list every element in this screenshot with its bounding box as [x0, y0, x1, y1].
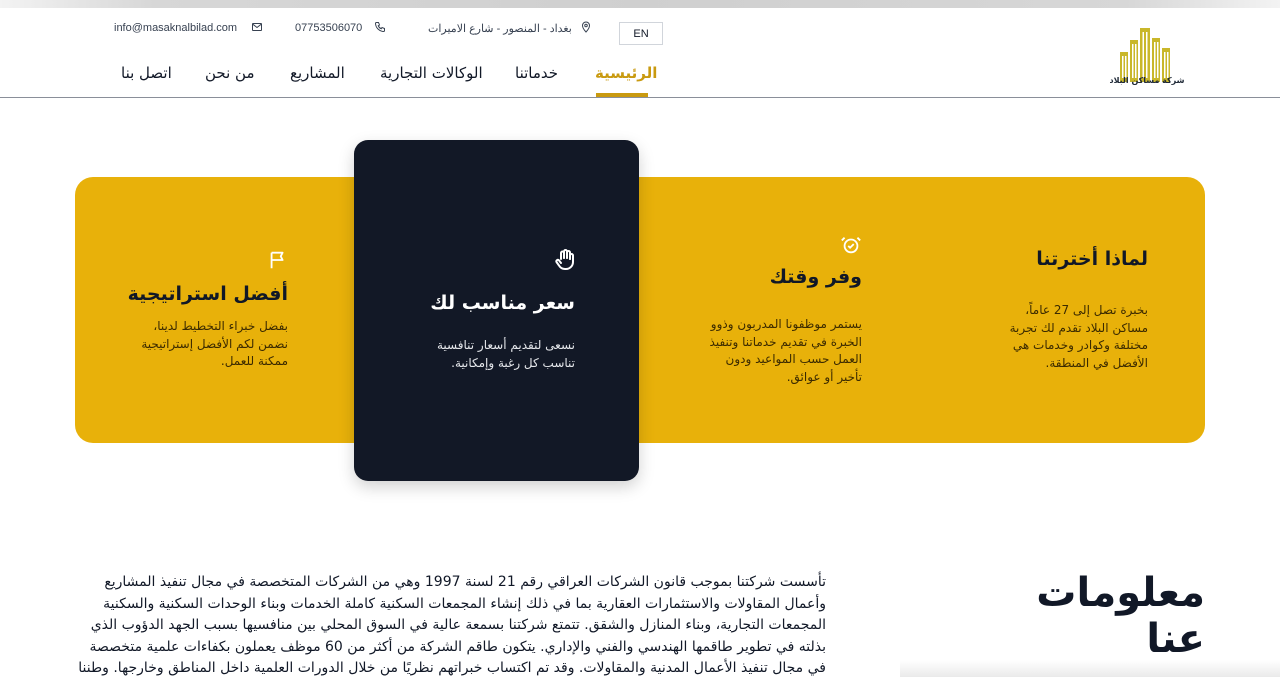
nav-item-services[interactable]: خدماتنا — [515, 64, 558, 82]
email-contact[interactable]: info@masaknalbilad.com — [114, 20, 263, 36]
language-toggle-button[interactable]: EN — [619, 22, 663, 45]
address-contact: بغداد - المنصور - شارع الاميرات — [428, 20, 592, 36]
why-choose-us-text: بخبرة تصل إلى 27 عاماً، مساكن البلاد تقد… — [1009, 303, 1148, 370]
location-pin-icon — [580, 21, 592, 36]
strategy-title: أفضل استراتيجية — [127, 283, 288, 305]
strategy-text: بفضل خبراء التخطيط لدينا، نضمن لكم الأفض… — [141, 319, 288, 368]
nav-item-projects[interactable]: المشاريع — [290, 64, 345, 82]
browser-top-shadow — [0, 0, 1280, 8]
save-time-text: يستمر موظفونا المدربون وذوو الخبرة في تق… — [709, 317, 862, 384]
bottom-shadow — [900, 660, 1280, 677]
price-text: نسعى لتقديم أسعار تنافسية تناسب كل رغبة … — [437, 338, 575, 370]
phone-contact[interactable]: 07753506070 — [295, 20, 386, 36]
save-time-title: وفر وقتك — [769, 266, 862, 288]
hand-icon — [555, 249, 574, 270]
nav-item-home[interactable]: الرئيسية — [595, 64, 657, 82]
mail-icon — [251, 21, 263, 36]
phone-icon — [374, 21, 386, 36]
email-text[interactable]: info@masaknalbilad.com — [114, 22, 237, 34]
nav-active-underline — [596, 93, 648, 97]
phone-text[interactable]: 07753506070 — [295, 22, 362, 34]
about-us-text: تأسست شركتنا بموجب قانون الشركات العراقي… — [78, 574, 826, 676]
why-choose-us-title: لماذا أخترتنا — [1036, 248, 1148, 270]
address-text: بغداد - المنصور - شارع الاميرات — [428, 22, 572, 35]
nav-item-agencies[interactable]: الوكالات التجارية — [380, 64, 483, 82]
main-navigation: الرئيسية خدماتنا الوكالات التجارية المشا… — [0, 60, 1280, 98]
alarm-clock-icon — [841, 237, 861, 254]
about-us-title: معلومات عنا — [1036, 570, 1205, 662]
nav-item-contact[interactable]: اتصل بنا — [121, 64, 172, 82]
price-title: سعر مناسب لك — [430, 292, 575, 314]
nav-item-about[interactable]: من نحن — [205, 64, 255, 82]
flag-icon — [270, 251, 284, 269]
site-header: شركة مساكن البلاد EN بغداد - المنصور - ش… — [0, 8, 1280, 98]
